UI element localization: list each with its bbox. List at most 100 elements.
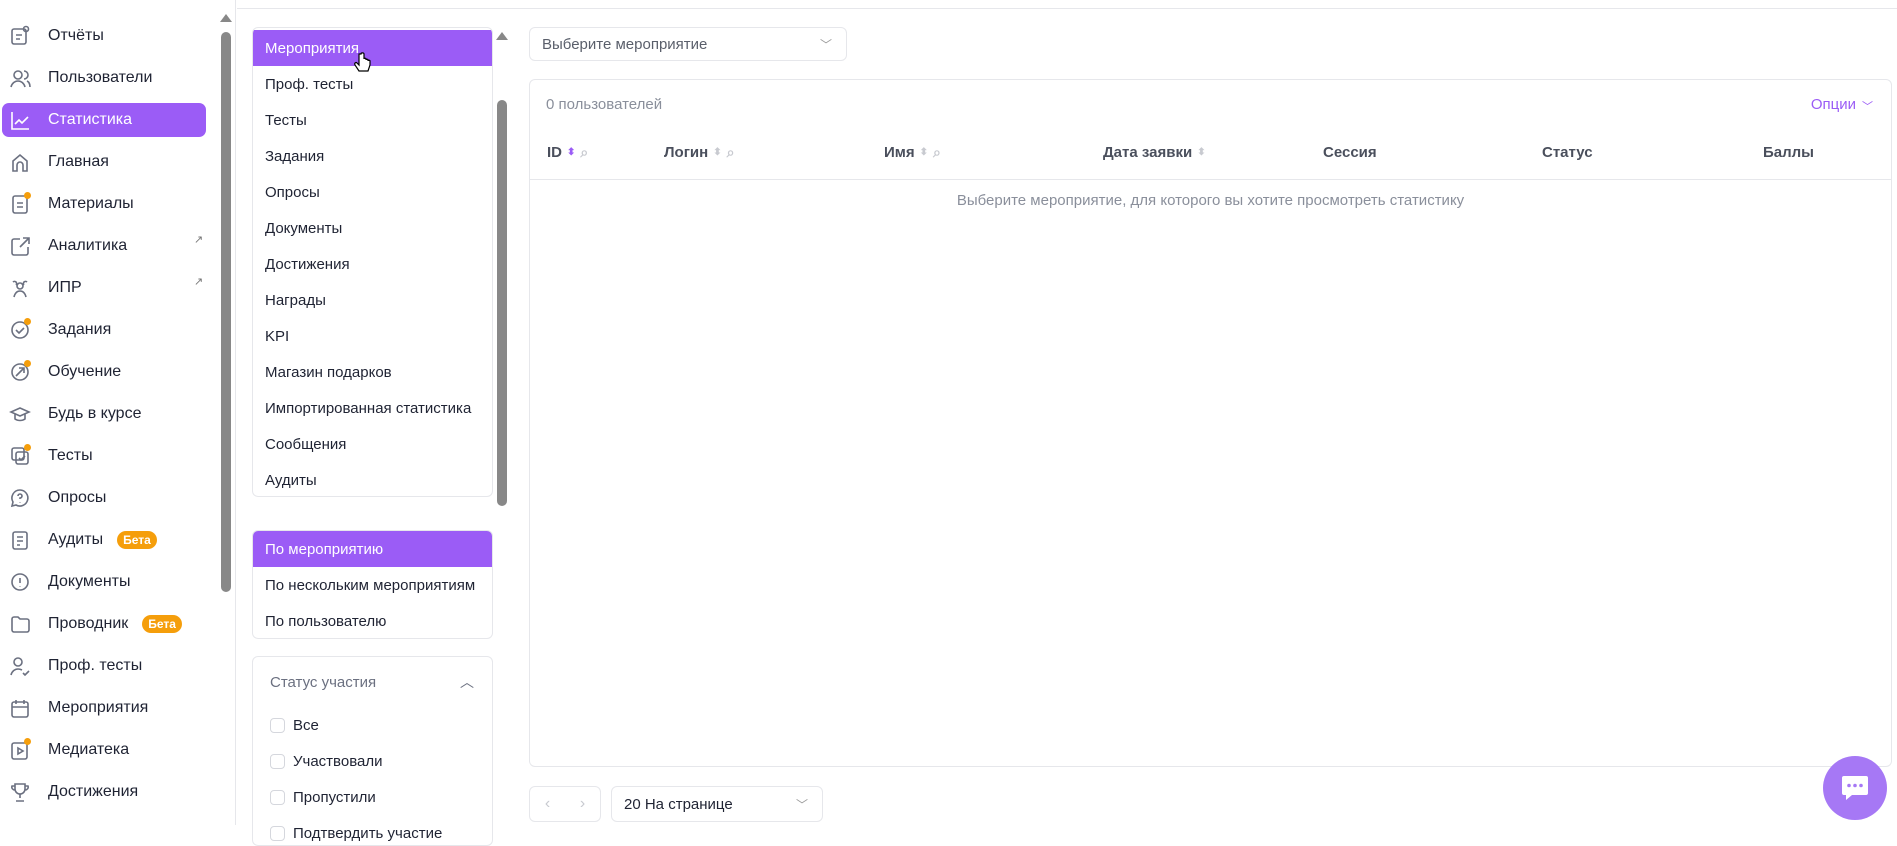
mode-item[interactable]: По нескольким мероприятиям xyxy=(253,567,492,603)
checkbox[interactable] xyxy=(270,717,285,733)
category-menu: Мероприятия Проф. тесты Тесты Задания Опросы… xyxy=(252,27,493,497)
chevron-down-icon: ﹀ xyxy=(795,797,808,812)
sidebar-item-label: Мероприятия xyxy=(48,699,149,716)
status-filter-header[interactable]: Статус участия ︿ xyxy=(253,657,492,707)
sidebar-item-8[interactable]: Обучение xyxy=(2,355,206,389)
category-item[interactable]: Аудиты xyxy=(253,462,492,496)
column-header[interactable]: Баллы xyxy=(1763,144,1814,161)
sidebar-scrollbar[interactable] xyxy=(221,32,231,592)
column-label: ID xyxy=(547,144,562,161)
sidebar-item-17[interactable]: Медиатека xyxy=(2,733,206,767)
category-item[interactable]: Импортированная статистика xyxy=(253,390,492,426)
folder-icon xyxy=(9,613,31,635)
category-item[interactable]: Документы xyxy=(253,210,492,246)
checkbox[interactable] xyxy=(270,825,285,841)
search-icon[interactable]: ⌕ xyxy=(580,144,588,161)
column-header[interactable]: Статус xyxy=(1542,144,1593,161)
column-label: Имя xyxy=(884,144,915,161)
category-item[interactable]: Сообщения xyxy=(253,426,492,462)
sidebar-item-label: Задания xyxy=(48,321,112,338)
prev-page-button[interactable]: ‹ xyxy=(545,795,550,813)
empty-message: Выберите мероприятие, для которого вы хо… xyxy=(956,192,1465,209)
event-select-placeholder: Выберите мероприятие xyxy=(542,35,708,53)
sidebar-item-label: ИПР xyxy=(48,279,82,296)
column-header[interactable]: Имя ⬍ ⌕ xyxy=(884,144,941,161)
sort-icon[interactable]: ⬍ xyxy=(1197,147,1205,158)
status-option-label: Пропустили xyxy=(293,788,376,806)
search-icon[interactable]: ⌕ xyxy=(727,144,735,161)
exclamation-circle-icon xyxy=(9,571,31,593)
notification-dot xyxy=(24,192,31,199)
sidebar-item-5[interactable]: Аналитика ↗ xyxy=(2,229,206,263)
sidebar-item-18[interactable]: Достижения xyxy=(2,775,206,809)
event-select[interactable]: Выберите мероприятие ﹀ xyxy=(529,27,847,61)
sidebar-item-label: Опросы xyxy=(48,489,107,506)
pagination: ‹ › xyxy=(529,786,601,822)
sidebar-item-11[interactable]: Опросы xyxy=(2,481,206,515)
category-item[interactable]: Награды xyxy=(253,282,492,318)
beta-badge: Бета xyxy=(117,531,157,549)
checkbox[interactable] xyxy=(270,753,285,769)
column-header[interactable]: Логин ⬍ ⌕ xyxy=(664,144,734,161)
status-option-label: Участвовали xyxy=(293,752,383,770)
sidebar-item-10[interactable]: Тесты xyxy=(2,439,206,473)
sidebar-item-0[interactable]: Отчёты xyxy=(2,19,206,53)
sidebar-item-15[interactable]: Проф. тесты xyxy=(2,649,206,683)
sidebar-item-2[interactable]: Статистика xyxy=(2,103,206,137)
status-option[interactable]: Все xyxy=(253,707,492,743)
checkbox[interactable] xyxy=(270,789,285,805)
status-option[interactable]: Участвовали xyxy=(253,743,492,779)
calendar-icon xyxy=(9,697,31,719)
column-header[interactable]: ID ⬍ ⌕ xyxy=(547,144,588,161)
mode-item[interactable]: По пользователю xyxy=(253,603,492,638)
sort-icon[interactable]: ⬍ xyxy=(920,147,928,158)
question-bubble-icon xyxy=(9,487,31,509)
sidebar-item-6[interactable]: ИПР ↗ xyxy=(2,271,206,305)
category-item[interactable]: Проф. тесты xyxy=(253,66,492,102)
status-option[interactable]: Пропустили xyxy=(253,779,492,815)
column-header[interactable]: Сессия xyxy=(1323,144,1377,161)
sidebar-item-9[interactable]: Будь в курсе xyxy=(2,397,206,431)
sidebar-item-16[interactable]: Мероприятия xyxy=(2,691,206,725)
sort-icon[interactable]: ⬍ xyxy=(567,147,575,158)
sidebar-item-label: Документы xyxy=(48,573,131,590)
sidebar-item-14[interactable]: Проводник Бета xyxy=(2,607,206,641)
column-header[interactable]: Дата заявки ⬍ xyxy=(1103,144,1206,161)
document-icon xyxy=(9,192,31,215)
chat-button[interactable] xyxy=(1823,756,1887,820)
hand-cursor-icon xyxy=(354,52,371,72)
notification-dot xyxy=(24,738,31,745)
sort-icon[interactable]: ⬍ xyxy=(713,147,721,158)
category-item[interactable]: Достижения xyxy=(253,246,492,282)
mode-item[interactable]: По мероприятию xyxy=(253,531,492,567)
sidebar-item-label: Главная xyxy=(48,153,109,170)
sidebar-item-label: Аналитика xyxy=(48,237,128,254)
category-item[interactable]: Задания xyxy=(253,138,492,174)
menu-scroll-up[interactable] xyxy=(496,32,508,40)
user-count: 0 пользователей xyxy=(546,96,663,113)
options-button[interactable]: Опции ﹀ xyxy=(1811,96,1873,114)
sidebar-item-12[interactable]: Аудиты Бета xyxy=(2,523,206,557)
category-item[interactable]: Магазин подарков xyxy=(253,354,492,390)
category-item[interactable]: KPI xyxy=(253,318,492,354)
status-option[interactable]: Подтвердить участие xyxy=(253,815,492,845)
menu-scrollbar[interactable] xyxy=(497,100,507,506)
category-item[interactable]: Мероприятия xyxy=(253,30,492,66)
category-item[interactable]: Опросы xyxy=(253,174,492,210)
chevron-down-icon: ﹀ xyxy=(1862,101,1873,113)
chevron-up-icon[interactable]: ︿ xyxy=(460,672,474,692)
sidebar-item-1[interactable]: Пользователи xyxy=(2,61,206,95)
sidebar-scroll-up[interactable] xyxy=(220,14,232,22)
sidebar-item-label: Тесты xyxy=(48,447,93,464)
sidebar-item-13[interactable]: Документы xyxy=(2,565,206,599)
next-page-button[interactable]: › xyxy=(580,795,585,813)
sidebar-item-4[interactable]: Материалы xyxy=(2,187,206,221)
mode-menu: По мероприятию По нескольким мероприятиям… xyxy=(252,530,493,639)
status-option-label: Все xyxy=(293,716,319,734)
search-icon[interactable]: ⌕ xyxy=(933,144,941,161)
per-page-select[interactable]: 20 На странице ﹀ xyxy=(611,786,823,822)
category-item[interactable]: Тесты xyxy=(253,102,492,138)
column-label: Баллы xyxy=(1763,144,1814,161)
sidebar-item-7[interactable]: Задания xyxy=(2,313,206,347)
sidebar-item-3[interactable]: Главная xyxy=(2,145,206,179)
